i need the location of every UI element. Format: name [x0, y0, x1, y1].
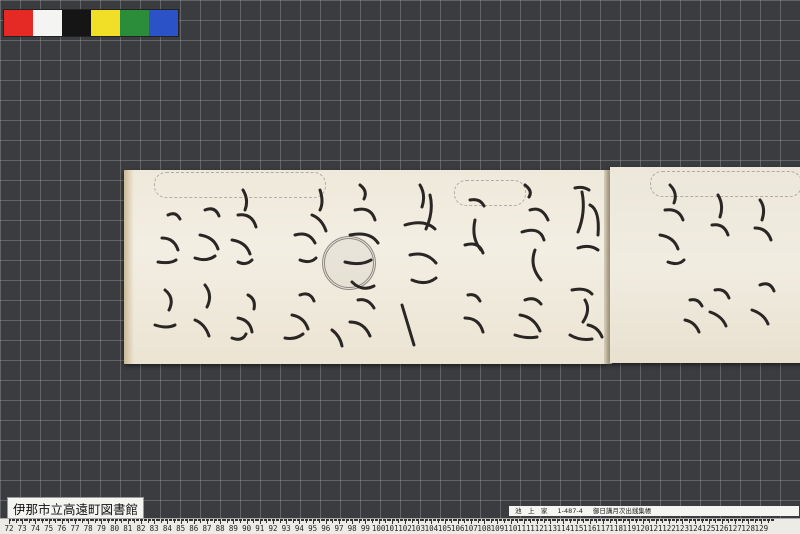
ruler-label: 93: [281, 524, 291, 533]
ruler-label: 129: [754, 524, 769, 533]
ruler-label: 112: [530, 524, 544, 533]
ruler-label: 113: [543, 524, 557, 533]
ruler-label: 75: [44, 524, 54, 533]
ruler-label: 127: [728, 524, 742, 533]
ruler-label: 128: [741, 524, 755, 533]
ruler-label: 104: [424, 524, 439, 533]
ruler-label: 86: [189, 524, 199, 533]
ruler-label: 103: [411, 524, 425, 533]
handwritten-calligraphy: [153, 183, 776, 348]
ruler-label: 92: [268, 524, 278, 533]
ruler-label: 88: [215, 524, 225, 533]
ruler-label: 78: [83, 524, 93, 533]
ruler-label: 101: [385, 524, 399, 533]
collection-name: 池 上 家: [515, 507, 548, 515]
ruler-label: 74: [30, 524, 40, 533]
ruler-label: 115: [569, 524, 584, 533]
ruler-label: 84: [162, 524, 172, 533]
ruler-label: 120: [635, 524, 650, 533]
ruler-label: 89: [228, 524, 238, 533]
ruler-label: 114: [556, 524, 571, 533]
ruler-label: 82: [136, 524, 146, 533]
ruler-label: 87: [202, 524, 212, 533]
ruler-label: 105: [437, 524, 452, 533]
document-title: 御日講月次出銭集帳: [592, 507, 652, 515]
ruler-label: 109: [490, 524, 505, 533]
ruler-label: 91: [255, 524, 265, 533]
document-code: 1-487-4: [557, 507, 583, 515]
ruler-label: 76: [57, 524, 67, 533]
ruler-label: 118: [609, 524, 623, 533]
ruler-label: 90: [242, 524, 252, 533]
ruler-label: 83: [149, 524, 159, 533]
measurement-ruler: 72 73 74 75 76 77 78 79 80 81 82 83 84 85 86 87 88 89 90 91…: [0, 518, 800, 534]
ruler-label: 73: [17, 524, 27, 533]
ruler-label: 102: [398, 524, 412, 533]
ruler-label: 94: [294, 524, 304, 533]
ruler-label: 80: [110, 524, 120, 533]
ruler-label: 95: [308, 524, 318, 533]
ruler-label: 99: [360, 524, 370, 533]
ruler-label: 100: [371, 524, 386, 533]
document-info-strip: 池 上 家 1-487-4 御日講月次出銭集帳: [509, 506, 799, 516]
ruler-label: 97: [334, 524, 344, 533]
ruler-label: 116: [583, 524, 597, 533]
ruler-label: 123: [675, 524, 689, 533]
ruler-label: 85: [176, 524, 186, 533]
ruler-label: 108: [477, 524, 491, 533]
ruler-label: 98: [347, 524, 357, 533]
ruler-label: 110: [503, 524, 518, 533]
ruler-label: 126: [715, 524, 729, 533]
ruler-label: 117: [596, 524, 610, 533]
ruler-label: 121: [649, 524, 663, 533]
ruler-tick: [773, 519, 775, 521]
ruler-label: 79: [96, 524, 106, 533]
ruler-label: 81: [123, 524, 133, 533]
ruler-label: 122: [662, 524, 676, 533]
institution-label: 伊那市立高遠町図書館: [7, 497, 145, 520]
ruler-label: 111: [517, 524, 531, 533]
ruler-label: 72: [4, 524, 14, 533]
ruler-label: 77: [70, 524, 80, 533]
ruler-label: 119: [622, 524, 637, 533]
ruler-label: 96: [321, 524, 331, 533]
ruler-label: 125: [701, 524, 716, 533]
ruler-label: 124: [688, 524, 703, 533]
ruler-label: 107: [464, 524, 478, 533]
ruler-label: 106: [451, 524, 465, 533]
